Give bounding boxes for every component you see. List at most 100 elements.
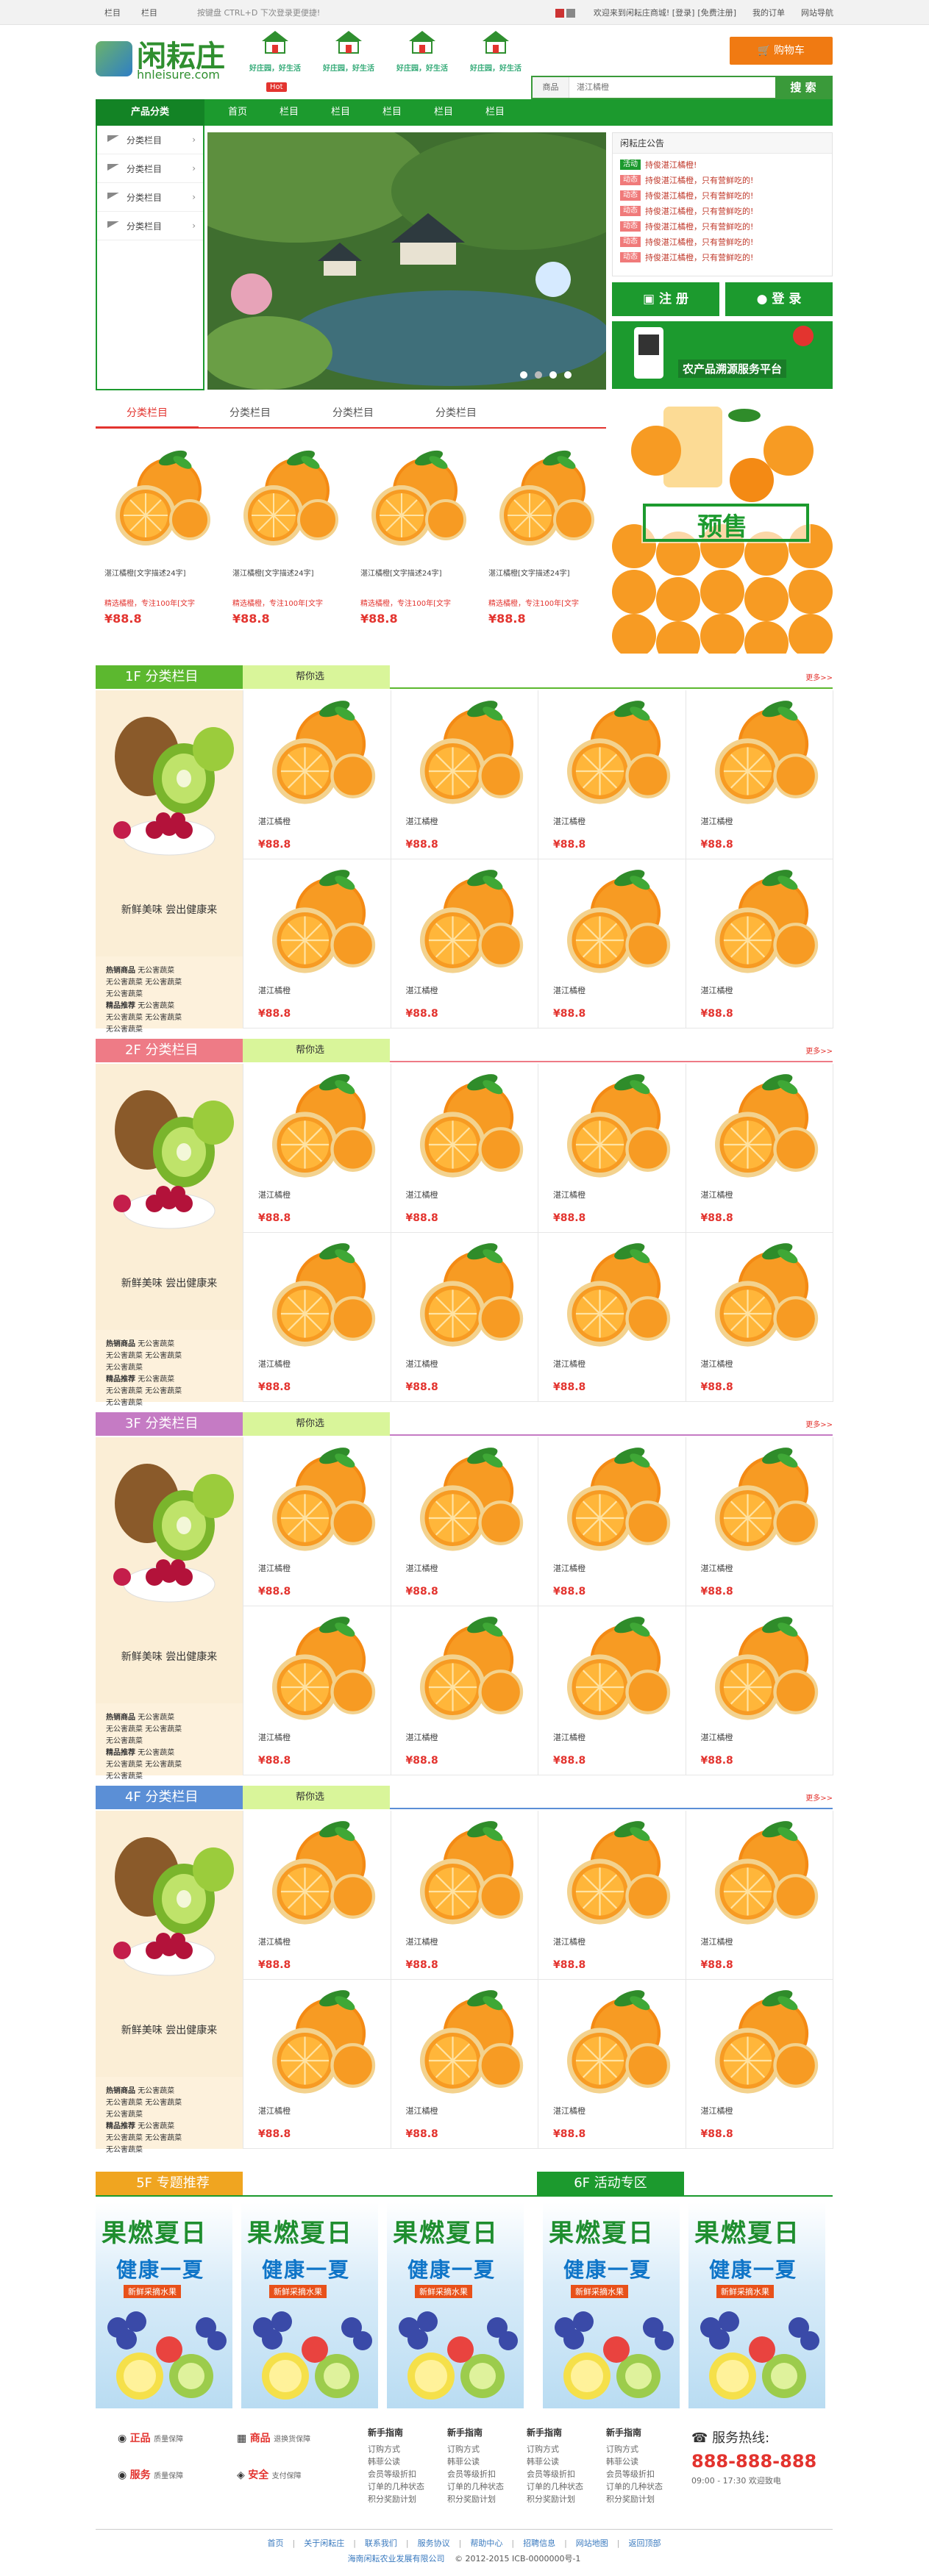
product-name[interactable]: 湛江橘橙 bbox=[701, 815, 733, 827]
product-name[interactable]: 湛江橘橙 bbox=[258, 1562, 291, 1574]
product-image[interactable] bbox=[406, 1987, 527, 2097]
sidebar-category-item[interactable]: 分类栏目 › bbox=[97, 183, 203, 212]
floor-help-tab[interactable]: 帮你选 bbox=[243, 1786, 390, 1809]
product-cell[interactable]: 湛江橘橙 ¥88.8 bbox=[686, 1980, 833, 2149]
floor-help-tab[interactable]: 帮你选 bbox=[243, 1039, 390, 1062]
product-name[interactable]: 湛江橘橙 bbox=[553, 1936, 585, 1947]
tab-category[interactable]: 分类栏目 bbox=[199, 405, 302, 420]
tag-link[interactable]: 无公害蔬菜 bbox=[106, 2146, 143, 2154]
product-image[interactable] bbox=[406, 1614, 527, 1724]
floor-promo-banner[interactable]: 新鲜美味 尝出健康来 bbox=[96, 1064, 243, 1330]
product-card[interactable]: 湛江橘橙[文字描述24字] 精选橘橙，专注100年[文字 ¥88.8 bbox=[481, 439, 600, 630]
tag-link[interactable]: 无公害蔬菜 bbox=[106, 1761, 143, 1769]
product-image[interactable] bbox=[103, 448, 213, 549]
tag-link[interactable]: 无公害蔬菜 bbox=[106, 1399, 143, 1407]
tab-category[interactable]: 分类栏目 bbox=[302, 405, 405, 420]
footer-nav-link[interactable]: 关于闲耘庄 bbox=[304, 2539, 344, 2548]
company-link[interactable]: 海南闲耘农业发展有限公司 bbox=[348, 2554, 445, 2564]
product-image[interactable] bbox=[553, 1614, 674, 1724]
product-image[interactable] bbox=[701, 698, 822, 808]
product-image[interactable] bbox=[701, 867, 822, 977]
product-image[interactable] bbox=[701, 1987, 822, 2097]
product-image[interactable] bbox=[231, 448, 341, 549]
register-link[interactable]: [免费注册] bbox=[697, 7, 736, 18]
tag-link[interactable]: 无公害蔬菜 bbox=[106, 1737, 143, 1745]
product-image[interactable] bbox=[406, 1445, 527, 1555]
tag-link[interactable]: 无公害蔬菜 bbox=[106, 978, 143, 987]
footer-help-link[interactable]: 订单的几种状态 bbox=[447, 2480, 521, 2493]
product-image[interactable] bbox=[553, 1987, 674, 2097]
footer-nav-link[interactable]: 服务协议 bbox=[418, 2539, 450, 2548]
product-image[interactable] bbox=[701, 1818, 822, 1928]
footer-nav-link[interactable]: 招聘信息 bbox=[523, 2539, 555, 2548]
slide-dot[interactable] bbox=[520, 371, 527, 379]
footer-help-link[interactable]: 订购方式 bbox=[606, 2443, 680, 2455]
tag-link[interactable]: 无公害蔬菜 bbox=[138, 1375, 174, 1384]
product-name[interactable]: 湛江橘橙 bbox=[258, 815, 291, 827]
product-name[interactable]: 湛江橘橙 bbox=[258, 1936, 291, 1947]
product-image[interactable] bbox=[406, 1240, 527, 1350]
footer-nav-link[interactable]: 联系我们 bbox=[365, 2539, 397, 2548]
nav-item[interactable]: 栏目 bbox=[366, 99, 418, 126]
floor-help-tab[interactable]: 帮你选 bbox=[243, 1412, 390, 1436]
product-image[interactable] bbox=[701, 1240, 822, 1350]
register-button[interactable]: ▣ 注 册 bbox=[612, 282, 719, 316]
product-cell[interactable]: 湛江橘橙 ¥88.8 bbox=[686, 1064, 833, 1233]
tag-link[interactable]: 无公害蔬菜 bbox=[145, 2099, 182, 2107]
summer-fruit-banner[interactable]: 果燃夏日 健康一夏 新鲜采摘水果 bbox=[543, 2203, 680, 2408]
nav-item[interactable]: 栏目 bbox=[315, 99, 366, 126]
nav-item[interactable]: 栏目 bbox=[469, 99, 521, 126]
product-name[interactable]: 湛江橘橙 bbox=[701, 1562, 733, 1574]
product-image[interactable] bbox=[553, 698, 674, 808]
footer-help-link[interactable]: 积分奖励计划 bbox=[447, 2493, 521, 2505]
nav-item[interactable]: 栏目 bbox=[418, 99, 469, 126]
tag-link[interactable]: 无公害蔬菜 bbox=[145, 2134, 182, 2142]
floor-more-link[interactable]: 更多>> bbox=[805, 1418, 833, 1429]
tag-link[interactable]: 无公害蔬菜 bbox=[106, 1364, 143, 1372]
floor-help-tab[interactable]: 帮你选 bbox=[243, 665, 390, 689]
footer-nav-link[interactable]: 返回顶部 bbox=[629, 2539, 661, 2548]
announcement-item[interactable]: 动态 持俊湛江橘橙，只有营鲜吃的! bbox=[613, 218, 832, 234]
product-cell[interactable]: 湛江橘橙 ¥88.8 bbox=[538, 1811, 686, 1980]
product-cell[interactable]: 湛江橘橙 ¥88.8 bbox=[538, 1606, 686, 1775]
tab-category[interactable]: 分类栏目 bbox=[405, 405, 508, 420]
login-button[interactable]: ● 登 录 bbox=[725, 282, 833, 316]
my-orders-link[interactable]: 我的订单 bbox=[752, 7, 785, 18]
product-cell[interactable]: 湛江橘橙 ¥88.8 bbox=[538, 1980, 686, 2149]
footer-help-link[interactable]: 韩菲公读 bbox=[606, 2455, 680, 2468]
product-cell[interactable]: 湛江橘橙 ¥88.8 bbox=[538, 690, 686, 859]
summer-fruit-banner[interactable]: 果燃夏日 健康一夏 新鲜采摘水果 bbox=[688, 2203, 825, 2408]
presale-banner[interactable]: 预售 bbox=[612, 399, 833, 654]
footer-help-link[interactable]: 订单的几种状态 bbox=[527, 2480, 600, 2493]
product-name[interactable]: 湛江橘橙 bbox=[701, 2105, 733, 2117]
hero-banner[interactable] bbox=[207, 132, 606, 390]
footer-help-link[interactable]: 韩菲公读 bbox=[447, 2455, 521, 2468]
product-image[interactable] bbox=[553, 1240, 674, 1350]
product-name[interactable]: 湛江橘橙 bbox=[553, 815, 585, 827]
product-name[interactable]: 湛江橘橙[文字描述24字] bbox=[104, 567, 222, 578]
summer-fruit-banner[interactable]: 果燃夏日 健康一夏 新鲜采摘水果 bbox=[96, 2203, 232, 2408]
announcement-item[interactable]: 动态 持俊湛江橘橙，只有营鲜吃的! bbox=[613, 203, 832, 218]
product-name[interactable]: 湛江橘橙 bbox=[406, 2105, 438, 2117]
tag-link[interactable]: 无公害蔬菜 bbox=[106, 2099, 143, 2107]
announcement-item[interactable]: 动态 持俊湛江橘橙，只有营鲜吃的! bbox=[613, 187, 832, 203]
product-image[interactable] bbox=[258, 1240, 379, 1350]
product-cell[interactable]: 湛江橘橙 ¥88.8 bbox=[391, 1437, 538, 1606]
footer-help-link[interactable]: 韩菲公读 bbox=[368, 2455, 441, 2468]
footer-help-link[interactable]: 订购方式 bbox=[527, 2443, 600, 2455]
product-name[interactable]: 湛江橘橙 bbox=[406, 1936, 438, 1947]
product-card[interactable]: 湛江橘橙[文字描述24字] 精选橘橙，专注100年[文字 ¥88.8 bbox=[225, 439, 344, 630]
footer-help-link[interactable]: 会员等级折扣 bbox=[527, 2468, 600, 2480]
weibo-icon[interactable] bbox=[555, 8, 564, 18]
product-cell[interactable]: 湛江橘橙 ¥88.8 bbox=[391, 1980, 538, 2149]
product-cell[interactable]: 湛江橘橙 ¥88.8 bbox=[538, 1064, 686, 1233]
product-name[interactable]: 湛江橘橙 bbox=[701, 1731, 733, 1743]
product-image[interactable] bbox=[406, 1818, 527, 1928]
search-category-select[interactable]: 商品 bbox=[533, 77, 569, 98]
tag-link[interactable]: 无公害蔬菜 bbox=[106, 2111, 143, 2119]
tag-link[interactable]: 无公害蔬菜 bbox=[138, 1002, 174, 1010]
product-name[interactable]: 湛江橘橙 bbox=[406, 1358, 438, 1370]
product-card[interactable]: 湛江橘橙[文字描述24字] 精选橘橙，专注100年[文字 ¥88.8 bbox=[353, 439, 472, 630]
traceability-banner[interactable]: 农产品溯源服务平台 bbox=[612, 321, 833, 389]
product-name[interactable]: 湛江橘橙 bbox=[701, 1189, 733, 1201]
